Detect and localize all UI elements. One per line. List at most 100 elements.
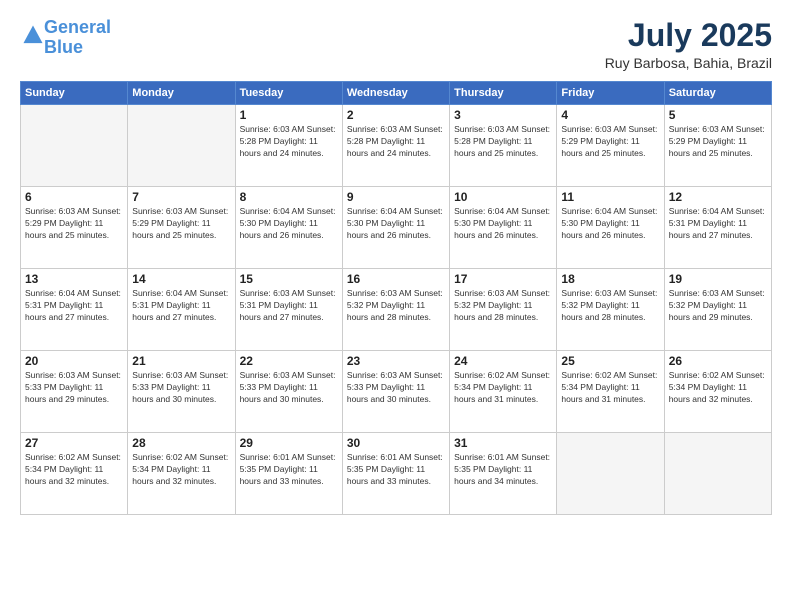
calendar-cell [128, 105, 235, 187]
day-info: Sunrise: 6:01 AM Sunset: 5:35 PM Dayligh… [454, 452, 552, 488]
calendar-cell: 10Sunrise: 6:04 AM Sunset: 5:30 PM Dayli… [450, 187, 557, 269]
day-number: 13 [25, 272, 123, 286]
day-number: 18 [561, 272, 659, 286]
day-info: Sunrise: 6:03 AM Sunset: 5:29 PM Dayligh… [25, 206, 123, 242]
weekday-row: SundayMondayTuesdayWednesdayThursdayFrid… [21, 82, 772, 105]
weekday-header: Wednesday [342, 82, 449, 105]
day-info: Sunrise: 6:01 AM Sunset: 5:35 PM Dayligh… [240, 452, 338, 488]
calendar-cell: 8Sunrise: 6:04 AM Sunset: 5:30 PM Daylig… [235, 187, 342, 269]
day-number: 29 [240, 436, 338, 450]
day-number: 5 [669, 108, 767, 122]
calendar-week-row: 20 Sunrise: 6:03 AM Sunset: 5:33 PM Dayli… [21, 351, 772, 433]
day-number: 1 [240, 108, 338, 122]
day-info: Sunrise: 6:01 AM Sunset: 5:35 PM Dayligh… [347, 452, 445, 488]
calendar-body: 1 Sunrise: 6:03 AM Sunset: 5:28 PM Daylig… [21, 105, 772, 515]
calendar-cell: 31 Sunrise: 6:01 AM Sunset: 5:35 PM Dayli… [450, 433, 557, 515]
day-info: Sunrise: 6:03 AM Sunset: 5:32 PM Dayligh… [454, 288, 552, 324]
day-number: 4 [561, 108, 659, 122]
calendar-cell: 24 Sunrise: 6:02 AM Sunset: 5:34 PM Dayli… [450, 351, 557, 433]
calendar-cell: 22 Sunrise: 6:03 AM Sunset: 5:33 PM Dayli… [235, 351, 342, 433]
calendar-table: SundayMondayTuesdayWednesdayThursdayFrid… [20, 81, 772, 515]
calendar-week-row: 1 Sunrise: 6:03 AM Sunset: 5:28 PM Daylig… [21, 105, 772, 187]
day-info: Sunrise: 6:03 AM Sunset: 5:29 PM Dayligh… [669, 124, 767, 160]
weekday-header: Monday [128, 82, 235, 105]
calendar-cell: 3Sunrise: 6:03 AM Sunset: 5:28 PM Daylig… [450, 105, 557, 187]
calendar-cell: 11 Sunrise: 6:04 AM Sunset: 5:30 PM Dayli… [557, 187, 664, 269]
day-info: Sunrise: 6:03 AM Sunset: 5:33 PM Dayligh… [347, 370, 445, 406]
day-info: Sunrise: 6:04 AM Sunset: 5:31 PM Dayligh… [132, 288, 230, 324]
day-number: 21 [132, 354, 230, 368]
day-info: Sunrise: 6:02 AM Sunset: 5:34 PM Dayligh… [25, 452, 123, 488]
weekday-header: Thursday [450, 82, 557, 105]
month-title: July 2025 [605, 18, 772, 53]
day-number: 15 [240, 272, 338, 286]
calendar-cell: 15 Sunrise: 6:03 AM Sunset: 5:31 PM Dayli… [235, 269, 342, 351]
title-block: July 2025 Ruy Barbosa, Bahia, Brazil [605, 18, 772, 71]
calendar-cell: 17 Sunrise: 6:03 AM Sunset: 5:32 PM Dayli… [450, 269, 557, 351]
day-number: 25 [561, 354, 659, 368]
location-title: Ruy Barbosa, Bahia, Brazil [605, 55, 772, 71]
calendar-cell: 29 Sunrise: 6:01 AM Sunset: 5:35 PM Dayli… [235, 433, 342, 515]
calendar-cell: 1 Sunrise: 6:03 AM Sunset: 5:28 PM Daylig… [235, 105, 342, 187]
day-info: Sunrise: 6:03 AM Sunset: 5:28 PM Dayligh… [347, 124, 445, 160]
calendar-cell: 4Sunrise: 6:03 AM Sunset: 5:29 PM Daylig… [557, 105, 664, 187]
day-info: Sunrise: 6:04 AM Sunset: 5:31 PM Dayligh… [25, 288, 123, 324]
day-info: Sunrise: 6:03 AM Sunset: 5:33 PM Dayligh… [25, 370, 123, 406]
calendar-week-row: 13 Sunrise: 6:04 AM Sunset: 5:31 PM Dayli… [21, 269, 772, 351]
calendar-header: SundayMondayTuesdayWednesdayThursdayFrid… [21, 82, 772, 105]
logo-icon [22, 24, 44, 46]
day-info: Sunrise: 6:04 AM Sunset: 5:30 PM Dayligh… [561, 206, 659, 242]
day-info: Sunrise: 6:03 AM Sunset: 5:32 PM Dayligh… [669, 288, 767, 324]
day-number: 2 [347, 108, 445, 122]
day-info: Sunrise: 6:03 AM Sunset: 5:29 PM Dayligh… [132, 206, 230, 242]
calendar-cell: 20 Sunrise: 6:03 AM Sunset: 5:33 PM Dayli… [21, 351, 128, 433]
page: General Blue July 2025 Ruy Barbosa, Bahi… [0, 0, 792, 612]
day-number: 19 [669, 272, 767, 286]
day-number: 11 [561, 190, 659, 204]
day-number: 31 [454, 436, 552, 450]
day-info: Sunrise: 6:04 AM Sunset: 5:30 PM Dayligh… [454, 206, 552, 242]
day-number: 16 [347, 272, 445, 286]
calendar-cell: 19 Sunrise: 6:03 AM Sunset: 5:32 PM Dayli… [664, 269, 771, 351]
calendar-cell [21, 105, 128, 187]
day-info: Sunrise: 6:03 AM Sunset: 5:33 PM Dayligh… [132, 370, 230, 406]
weekday-header: Saturday [664, 82, 771, 105]
calendar-cell [664, 433, 771, 515]
day-number: 12 [669, 190, 767, 204]
calendar-cell: 14 Sunrise: 6:04 AM Sunset: 5:31 PM Dayli… [128, 269, 235, 351]
logo: General Blue [20, 18, 111, 58]
calendar-cell: 30 Sunrise: 6:01 AM Sunset: 5:35 PM Dayli… [342, 433, 449, 515]
weekday-header: Friday [557, 82, 664, 105]
day-number: 20 [25, 354, 123, 368]
calendar-cell: 27 Sunrise: 6:02 AM Sunset: 5:34 PM Dayli… [21, 433, 128, 515]
calendar-cell: 12Sunrise: 6:04 AM Sunset: 5:31 PM Dayli… [664, 187, 771, 269]
day-info: Sunrise: 6:03 AM Sunset: 5:28 PM Dayligh… [454, 124, 552, 160]
day-number: 17 [454, 272, 552, 286]
day-info: Sunrise: 6:02 AM Sunset: 5:34 PM Dayligh… [561, 370, 659, 406]
calendar-cell: 13 Sunrise: 6:04 AM Sunset: 5:31 PM Dayli… [21, 269, 128, 351]
day-number: 9 [347, 190, 445, 204]
calendar-cell: 9Sunrise: 6:04 AM Sunset: 5:30 PM Daylig… [342, 187, 449, 269]
day-info: Sunrise: 6:03 AM Sunset: 5:28 PM Dayligh… [240, 124, 338, 160]
day-number: 24 [454, 354, 552, 368]
day-info: Sunrise: 6:04 AM Sunset: 5:30 PM Dayligh… [240, 206, 338, 242]
day-number: 22 [240, 354, 338, 368]
calendar-cell: 2 Sunrise: 6:03 AM Sunset: 5:28 PM Daylig… [342, 105, 449, 187]
logo-text: General Blue [44, 18, 111, 58]
calendar-week-row: 27 Sunrise: 6:02 AM Sunset: 5:34 PM Dayli… [21, 433, 772, 515]
calendar-cell [557, 433, 664, 515]
day-number: 30 [347, 436, 445, 450]
day-number: 28 [132, 436, 230, 450]
day-info: Sunrise: 6:02 AM Sunset: 5:34 PM Dayligh… [454, 370, 552, 406]
day-info: Sunrise: 6:03 AM Sunset: 5:33 PM Dayligh… [240, 370, 338, 406]
calendar-cell: 7Sunrise: 6:03 AM Sunset: 5:29 PM Daylig… [128, 187, 235, 269]
day-number: 27 [25, 436, 123, 450]
calendar-week-row: 6Sunrise: 6:03 AM Sunset: 5:29 PM Daylig… [21, 187, 772, 269]
day-number: 26 [669, 354, 767, 368]
calendar-cell: 6Sunrise: 6:03 AM Sunset: 5:29 PM Daylig… [21, 187, 128, 269]
day-number: 14 [132, 272, 230, 286]
calendar-cell: 5 Sunrise: 6:03 AM Sunset: 5:29 PM Daylig… [664, 105, 771, 187]
calendar-cell: 16Sunrise: 6:03 AM Sunset: 5:32 PM Dayli… [342, 269, 449, 351]
calendar-cell: 23Sunrise: 6:03 AM Sunset: 5:33 PM Dayli… [342, 351, 449, 433]
day-info: Sunrise: 6:03 AM Sunset: 5:31 PM Dayligh… [240, 288, 338, 324]
